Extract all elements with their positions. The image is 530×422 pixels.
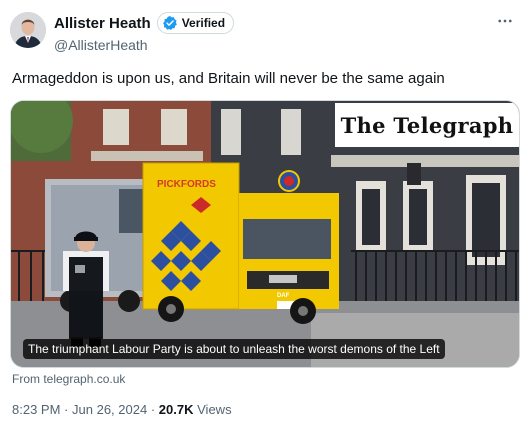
meta-separator: · — [150, 402, 156, 417]
verified-badge[interactable]: Verified — [156, 12, 235, 34]
more-options-button[interactable] — [492, 8, 518, 34]
tweet-meta: 8:23 PM · Jun 26, 2024 · 20.7K Views — [12, 402, 232, 417]
telegraph-logo-text: The Telegraph — [340, 112, 514, 138]
tweet-text: Armageddon is upon us, and Britain will … — [12, 70, 445, 87]
views-label: Views — [197, 402, 232, 417]
verified-check-icon — [162, 16, 177, 30]
link-card-image[interactable]: PICKFORDS DAF The Telegraph The triumpha… — [10, 100, 520, 368]
author-name-row: Allister Heath Verified — [54, 12, 235, 34]
avatar[interactable] — [10, 12, 46, 48]
meta-separator: · — [64, 402, 69, 417]
more-horizontal-icon — [498, 19, 512, 23]
article-headline: The triumphant Labour Party is about to … — [23, 339, 445, 359]
telegraph-logo: The Telegraph — [335, 103, 519, 147]
van-brand-text: PICKFORDS — [157, 179, 216, 190]
tweet-time[interactable]: 8:23 PM — [12, 402, 60, 417]
author-handle[interactable]: @AllisterHeath — [54, 37, 148, 53]
person-portrait-icon — [10, 12, 46, 48]
tweet-date[interactable]: Jun 26, 2024 — [72, 402, 147, 417]
author-display-name[interactable]: Allister Heath — [54, 15, 151, 32]
source-link[interactable]: From telegraph.co.uk — [12, 372, 125, 386]
truck-badge-text: DAF — [277, 293, 290, 299]
verified-label: Verified — [181, 16, 226, 30]
views-count: 20.7K — [158, 402, 194, 417]
